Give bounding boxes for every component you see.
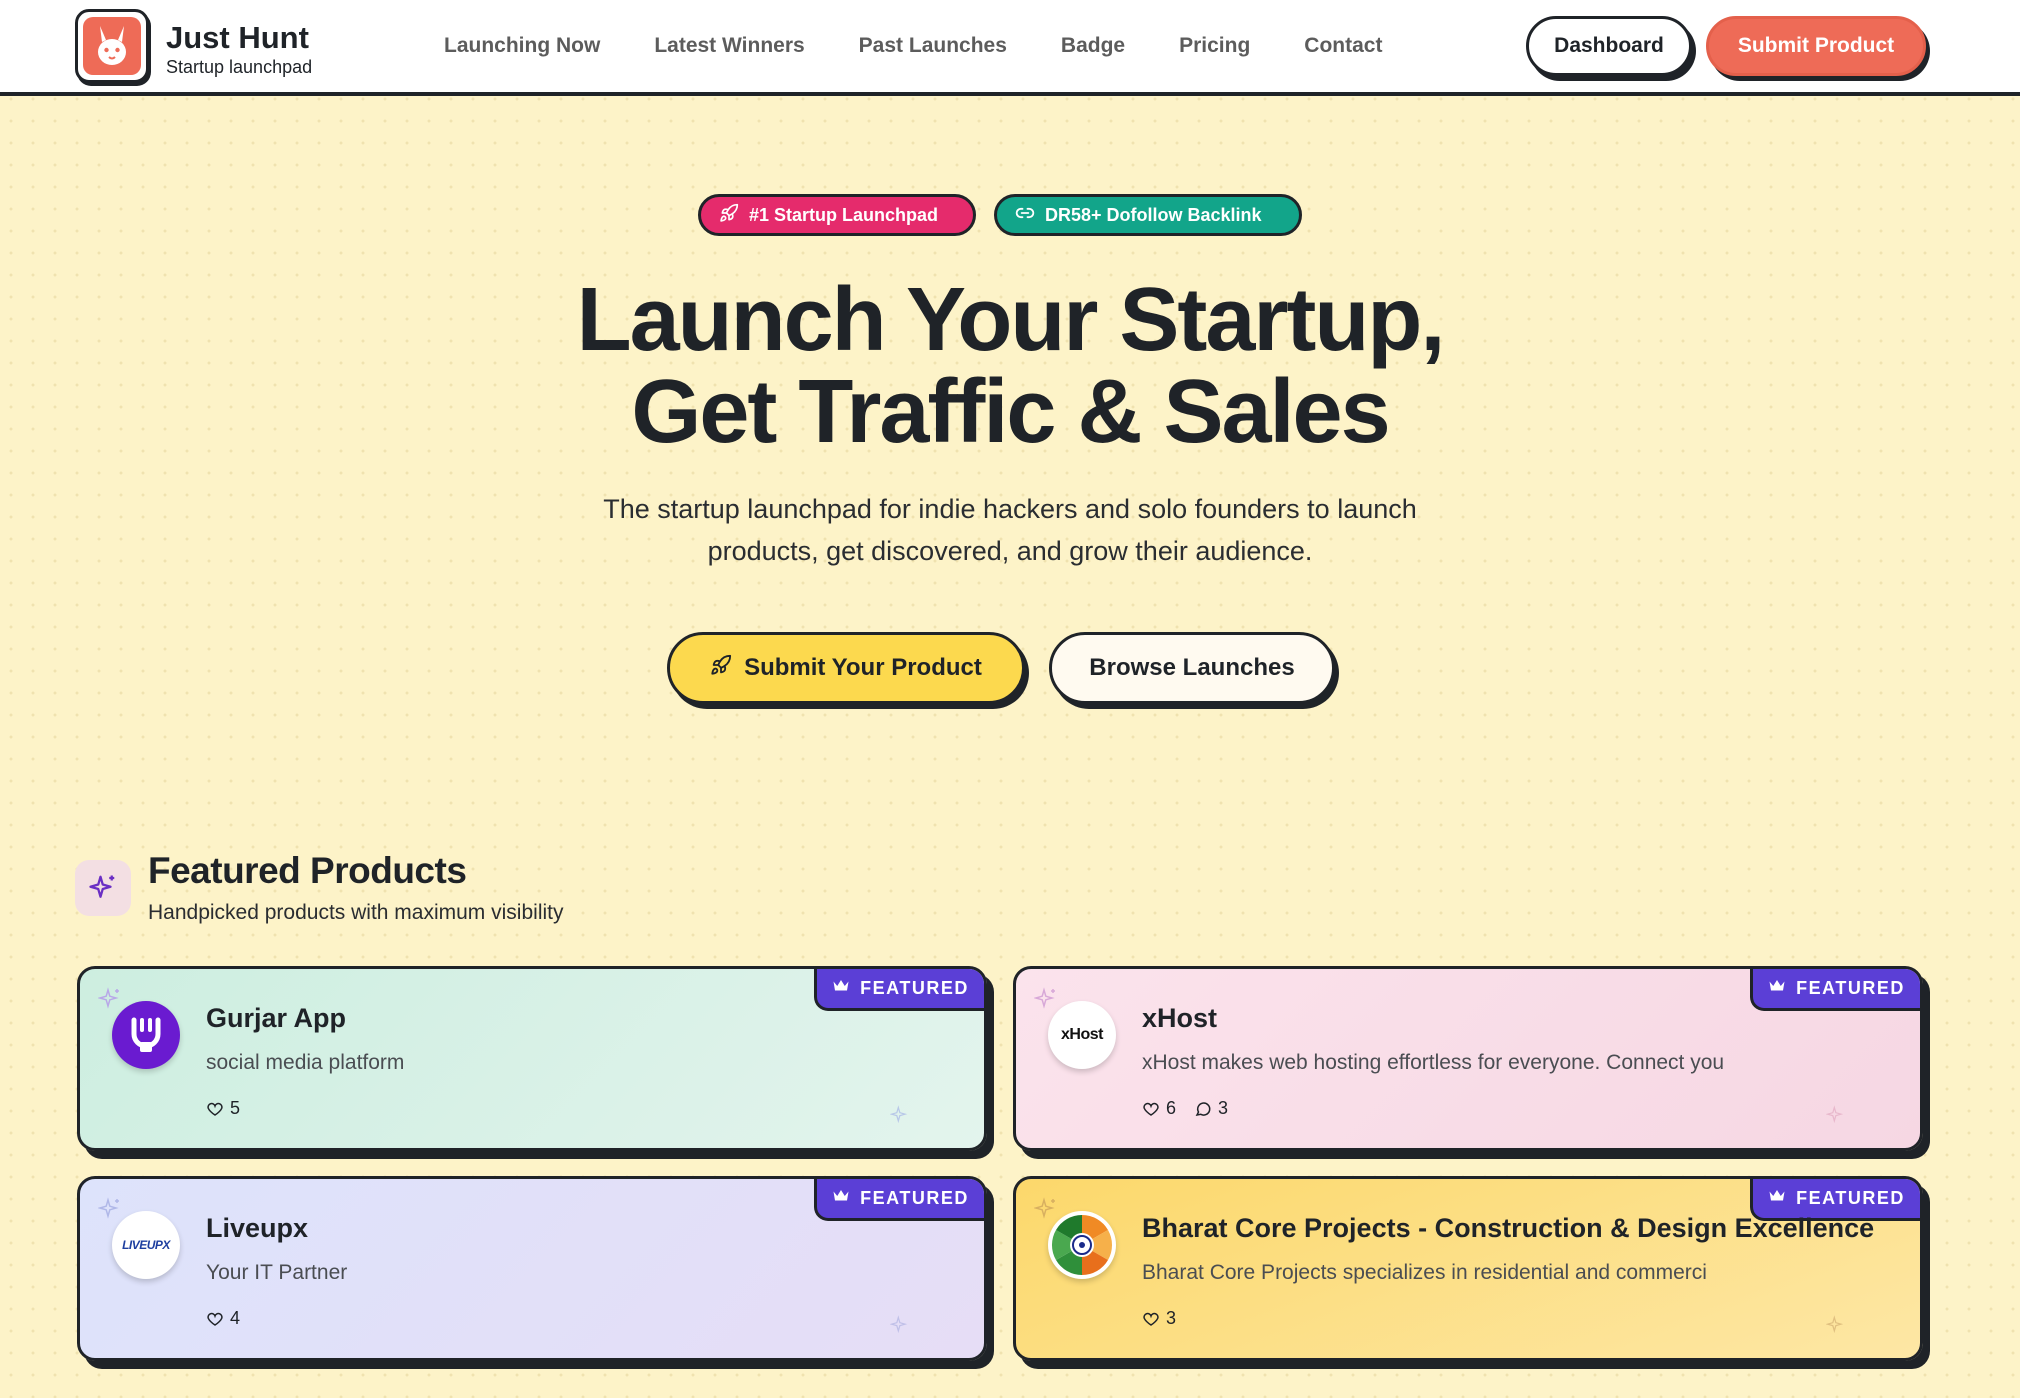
rocket-icon (719, 203, 739, 228)
heart-icon (207, 1312, 223, 1326)
featured-tag: FEATURED (814, 1179, 984, 1221)
like-count[interactable]: 6 (1142, 1098, 1176, 1119)
top-navbar: Just Hunt Startup launchpad Launching No… (0, 0, 2020, 96)
product-stats: 4 (206, 1308, 240, 1329)
heart-icon (207, 1102, 223, 1116)
product-card-gurjar-app[interactable]: FEATURED Gurjar App social media platfor… (77, 966, 987, 1151)
gurjar-app-logo (112, 1001, 180, 1069)
featured-tag: FEATURED (1750, 969, 1920, 1011)
comment-icon (1195, 1101, 1211, 1116)
product-stats: 6 3 (1142, 1098, 1228, 1119)
featured-tag: FEATURED (814, 969, 984, 1011)
rabbit-icon (83, 17, 141, 75)
cta-label: Submit Your Product (744, 654, 982, 681)
sparkle-icon (1033, 1197, 1058, 1226)
product-description: social media platform (206, 1051, 405, 1074)
sparkle-icon (889, 1315, 910, 1340)
sparkle-icon (1825, 1315, 1846, 1340)
liveupx-logo-text: LIVEUPX (122, 1238, 170, 1252)
product-name[interactable]: Liveupx (206, 1213, 308, 1244)
like-count-value: 5 (230, 1098, 241, 1118)
submit-product-button[interactable]: Submit Product (1706, 16, 1926, 76)
browse-launches-button[interactable]: Browse Launches (1049, 632, 1335, 704)
featured-tag-label: FEATURED (860, 1188, 969, 1208)
product-card-xhost[interactable]: FEATURED xHost xHost xHost makes web hos… (1013, 966, 1923, 1151)
hero-title: Launch Your Startup, Get Traffic & Sales (410, 274, 1610, 458)
hero-title-line2: Get Traffic & Sales (631, 362, 1390, 462)
like-count[interactable]: 5 (206, 1098, 240, 1119)
crown-icon (832, 978, 850, 999)
comment-count-value: 3 (1218, 1098, 1229, 1118)
brand-name[interactable]: Just Hunt (166, 20, 309, 56)
product-name[interactable]: Bharat Core Projects - Construction & De… (1142, 1213, 1874, 1244)
product-description: Bharat Core Projects specializes in resi… (1142, 1261, 1707, 1284)
featured-section-subtitle: Handpicked products with maximum visibil… (148, 901, 564, 924)
sparkle-icon (97, 1197, 122, 1226)
link-icon (1015, 203, 1035, 228)
xhost-logo-text: xHost (1061, 1026, 1103, 1043)
startup-launchpad-badge: #1 Startup Launchpad (698, 194, 976, 236)
featured-section-title: Featured Products (148, 850, 467, 891)
nav-badge[interactable]: Badge (1061, 30, 1125, 62)
rocket-icon (710, 654, 732, 683)
hero-subtitle: The startup launchpad for indie hackers … (560, 488, 1460, 572)
brand-logo[interactable] (75, 9, 149, 83)
bharat-core-logo (1048, 1211, 1116, 1279)
product-card-liveupx[interactable]: FEATURED LIVEUPX Liveupx Your IT Partner… (77, 1176, 987, 1361)
nav-pricing[interactable]: Pricing (1179, 30, 1250, 62)
crown-icon (1768, 1188, 1786, 1209)
like-count-value: 6 (1166, 1098, 1177, 1118)
nav-latest-winners[interactable]: Latest Winners (654, 30, 804, 62)
product-name[interactable]: Gurjar App (206, 1003, 346, 1034)
badge-label: #1 Startup Launchpad (749, 204, 939, 225)
sparkles-icon (75, 860, 131, 916)
crown-icon (832, 1188, 850, 1209)
sparkle-icon (97, 987, 122, 1016)
product-stats: 5 (206, 1098, 240, 1119)
heart-icon (1143, 1312, 1159, 1326)
product-stats: 3 (1142, 1308, 1176, 1329)
product-description: xHost makes web hosting effortless for e… (1142, 1051, 1725, 1074)
nav-contact[interactable]: Contact (1304, 30, 1382, 62)
xhost-logo: xHost (1048, 1001, 1116, 1069)
nav-launching-now[interactable]: Launching Now (444, 30, 600, 62)
hero-subtitle-line2: products, get discovered, and grow their… (707, 536, 1313, 566)
comment-count[interactable]: 3 (1194, 1098, 1228, 1119)
like-count-value: 4 (230, 1308, 241, 1328)
liveupx-logo: LIVEUPX (112, 1211, 180, 1279)
crown-icon (1768, 978, 1786, 999)
product-card-bharat-core-projects[interactable]: FEATURED Bharat Core Projects - Construc… (1013, 1176, 1923, 1361)
featured-tag-label: FEATURED (860, 978, 969, 998)
nav-past-launches[interactable]: Past Launches (859, 30, 1007, 62)
like-count[interactable]: 4 (206, 1308, 240, 1329)
product-name[interactable]: xHost (1142, 1003, 1217, 1034)
like-count-value: 3 (1166, 1308, 1177, 1328)
badge-label: DR58+ Dofollow Backlink (1045, 204, 1262, 225)
featured-tag-label: FEATURED (1796, 978, 1905, 998)
brand-tagline: Startup launchpad (166, 57, 313, 77)
hero-title-line1: Launch Your Startup, (576, 270, 1446, 370)
hero-subtitle-line1: The startup launchpad for indie hackers … (603, 494, 1417, 524)
featured-tag-label: FEATURED (1796, 1188, 1905, 1208)
main-nav: Launching Now Latest Winners Past Launch… (444, 30, 1382, 62)
heart-icon (1143, 1102, 1159, 1116)
product-description: Your IT Partner (206, 1261, 348, 1284)
dashboard-button[interactable]: Dashboard (1526, 16, 1692, 76)
like-count[interactable]: 3 (1142, 1308, 1176, 1329)
dofollow-backlink-badge: DR58+ Dofollow Backlink (994, 194, 1302, 236)
sparkle-icon (1033, 987, 1058, 1016)
submit-your-product-button[interactable]: Submit Your Product (667, 632, 1025, 704)
sparkle-icon (1825, 1105, 1846, 1130)
sparkle-icon (889, 1105, 910, 1130)
